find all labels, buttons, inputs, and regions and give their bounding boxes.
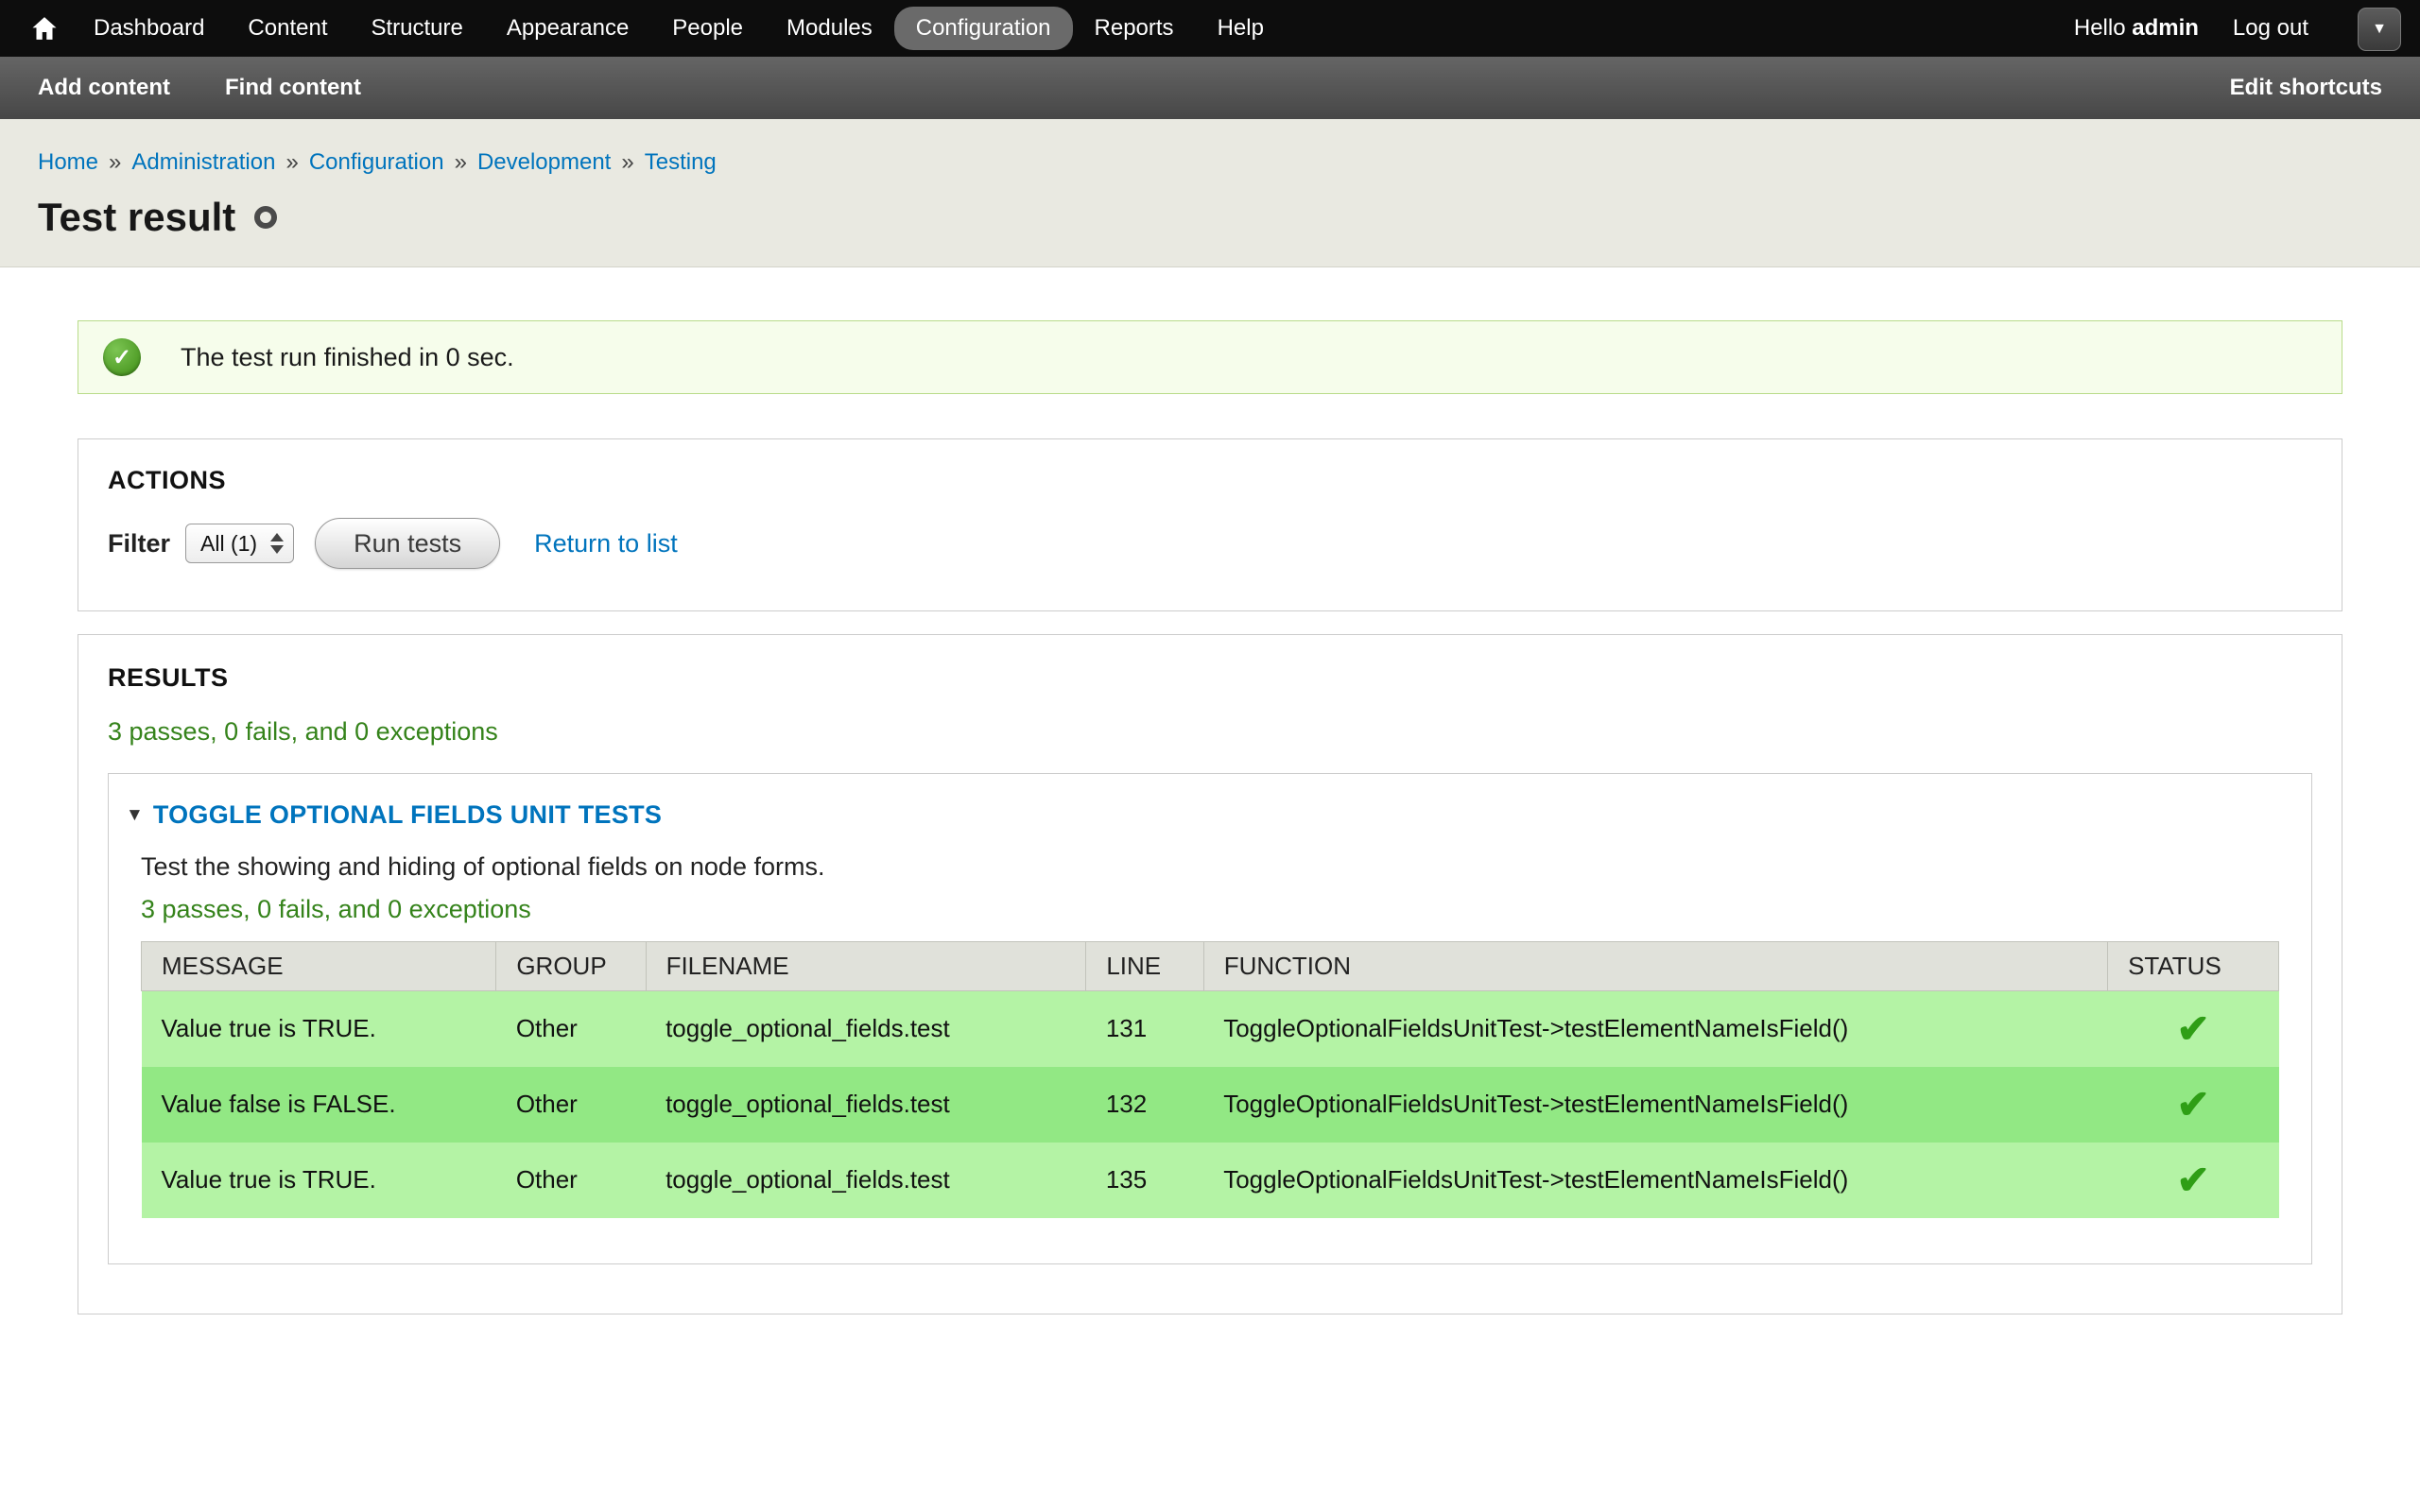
- cell-line: 135: [1086, 1143, 1203, 1218]
- shortcut-find-content[interactable]: Find content: [225, 75, 361, 101]
- content-area: ✓ The test run finished in 0 sec. ACTION…: [0, 267, 2420, 1314]
- cell-filename: toggle_optional_fields.test: [646, 991, 1086, 1067]
- results-summary: 3 passes, 0 fails, and 0 exceptions: [108, 717, 2312, 747]
- nav-item-people[interactable]: People: [650, 7, 765, 50]
- toolbar-toggle-button[interactable]: ▼: [2358, 8, 2401, 51]
- cell-status: ✔: [2108, 991, 2279, 1067]
- table-row: Value false is FALSE. Other toggle_optio…: [142, 1067, 2279, 1143]
- shortcut-bar: Add content Find content Edit shortcuts: [0, 57, 2420, 119]
- logout-link[interactable]: Log out: [2233, 15, 2308, 42]
- table-row: Value true is TRUE. Other toggle_optiona…: [142, 991, 2279, 1067]
- actions-legend: ACTIONS: [108, 466, 2312, 495]
- nav-item-appearance[interactable]: Appearance: [485, 7, 650, 50]
- filter-label: Filter: [108, 529, 170, 558]
- col-header-group: GROUP: [496, 942, 646, 991]
- results-table: MESSAGE GROUP FILENAME LINE FUNCTION STA…: [141, 941, 2279, 1218]
- nav-item-dashboard[interactable]: Dashboard: [72, 7, 226, 50]
- cell-message: Value true is TRUE.: [142, 991, 496, 1067]
- greeting-prefix: Hello: [2074, 15, 2126, 41]
- cell-message: Value false is FALSE.: [142, 1067, 496, 1143]
- breadcrumb: Home » Administration » Configuration » …: [38, 149, 2382, 176]
- chevron-down-icon: ▼: [2372, 21, 2387, 38]
- cell-function: ToggleOptionalFieldsUnitTest->testElemen…: [1203, 1143, 2107, 1218]
- cell-status: ✔: [2108, 1143, 2279, 1218]
- results-panel: RESULTS 3 passes, 0 fails, and 0 excepti…: [78, 634, 2342, 1314]
- test-group-title-link[interactable]: ▼ TOGGLE OPTIONAL FIELDS UNIT TESTS: [126, 800, 2279, 830]
- breadcrumb-separator: »: [285, 149, 298, 176]
- check-icon: ✓: [112, 344, 131, 371]
- cell-line: 131: [1086, 991, 1203, 1067]
- page-title: Test result: [38, 195, 235, 240]
- table-row: Value true is TRUE. Other toggle_optiona…: [142, 1143, 2279, 1218]
- cell-status: ✔: [2108, 1067, 2279, 1143]
- test-group-summary: 3 passes, 0 fails, and 0 exceptions: [141, 895, 2279, 924]
- breadcrumb-separator: »: [621, 149, 633, 176]
- shortcut-add-content[interactable]: Add content: [38, 75, 170, 101]
- admin-toolbar: Dashboard Content Structure Appearance P…: [0, 0, 2420, 57]
- col-header-function: FUNCTION: [1203, 942, 2107, 991]
- table-header-row: MESSAGE GROUP FILENAME LINE FUNCTION STA…: [142, 942, 2279, 991]
- actions-panel: ACTIONS Filter All (1) Run tests Return …: [78, 438, 2342, 611]
- pass-check-icon: ✔: [2176, 1158, 2209, 1202]
- cell-line: 132: [1086, 1067, 1203, 1143]
- cell-filename: toggle_optional_fields.test: [646, 1067, 1086, 1143]
- select-arrows-icon: [270, 533, 284, 554]
- breadcrumb-separator: »: [455, 149, 467, 176]
- pass-check-icon: ✔: [2176, 1082, 2209, 1126]
- status-ok-icon: ✓: [103, 338, 141, 376]
- nav-item-configuration[interactable]: Configuration: [894, 7, 1073, 50]
- test-group-fieldset: ▼ TOGGLE OPTIONAL FIELDS UNIT TESTS Test…: [108, 773, 2312, 1264]
- cell-group: Other: [496, 991, 646, 1067]
- filter-select[interactable]: All (1): [185, 524, 294, 563]
- edit-shortcuts-link[interactable]: Edit shortcuts: [2230, 75, 2382, 101]
- filter-select-value: All (1): [200, 531, 257, 557]
- breadcrumb-configuration[interactable]: Configuration: [309, 149, 444, 176]
- return-to-list-link[interactable]: Return to list: [534, 529, 678, 558]
- username-link[interactable]: admin: [2132, 15, 2199, 41]
- collapse-arrow-icon: ▼: [126, 806, 144, 824]
- title-row: Test result: [38, 195, 2382, 240]
- nav-item-content[interactable]: Content: [226, 7, 349, 50]
- nav-item-help[interactable]: Help: [1196, 7, 1286, 50]
- col-header-filename: FILENAME: [646, 942, 1086, 991]
- admin-toolbar-account: Hello admin Log out: [2074, 15, 2403, 42]
- cell-message: Value true is TRUE.: [142, 1143, 496, 1218]
- breadcrumb-development[interactable]: Development: [477, 149, 611, 176]
- breadcrumb-testing[interactable]: Testing: [645, 149, 717, 176]
- admin-toolbar-menu: Dashboard Content Structure Appearance P…: [17, 0, 1286, 57]
- status-message: ✓ The test run finished in 0 sec.: [78, 320, 2342, 394]
- run-tests-button[interactable]: Run tests: [315, 518, 500, 569]
- pass-check-icon: ✔: [2176, 1006, 2209, 1051]
- breadcrumb-separator: »: [109, 149, 121, 176]
- cell-group: Other: [496, 1067, 646, 1143]
- cell-filename: toggle_optional_fields.test: [646, 1143, 1086, 1218]
- col-header-status: STATUS: [2108, 942, 2279, 991]
- shortcut-links: Add content Find content: [38, 75, 361, 101]
- col-header-line: LINE: [1086, 942, 1203, 991]
- actions-controls: Filter All (1) Run tests Return to list: [108, 518, 2312, 569]
- page-header: Home » Administration » Configuration » …: [0, 119, 2420, 267]
- test-group-title: TOGGLE OPTIONAL FIELDS UNIT TESTS: [153, 800, 662, 830]
- nav-item-reports[interactable]: Reports: [1073, 7, 1196, 50]
- breadcrumb-home[interactable]: Home: [38, 149, 98, 176]
- contextual-gear-icon[interactable]: [254, 206, 277, 229]
- cell-function: ToggleOptionalFieldsUnitTest->testElemen…: [1203, 991, 2107, 1067]
- nav-item-modules[interactable]: Modules: [765, 7, 894, 50]
- nav-item-structure[interactable]: Structure: [349, 7, 484, 50]
- results-legend: RESULTS: [108, 663, 2312, 693]
- col-header-message: MESSAGE: [142, 942, 496, 991]
- cell-function: ToggleOptionalFieldsUnitTest->testElemen…: [1203, 1067, 2107, 1143]
- breadcrumb-administration[interactable]: Administration: [131, 149, 275, 176]
- cell-group: Other: [496, 1143, 646, 1218]
- home-icon[interactable]: [17, 0, 72, 57]
- greeting-text: Hello admin: [2074, 15, 2199, 42]
- status-message-text: The test run finished in 0 sec.: [181, 343, 514, 372]
- test-group-description: Test the showing and hiding of optional …: [141, 852, 2279, 882]
